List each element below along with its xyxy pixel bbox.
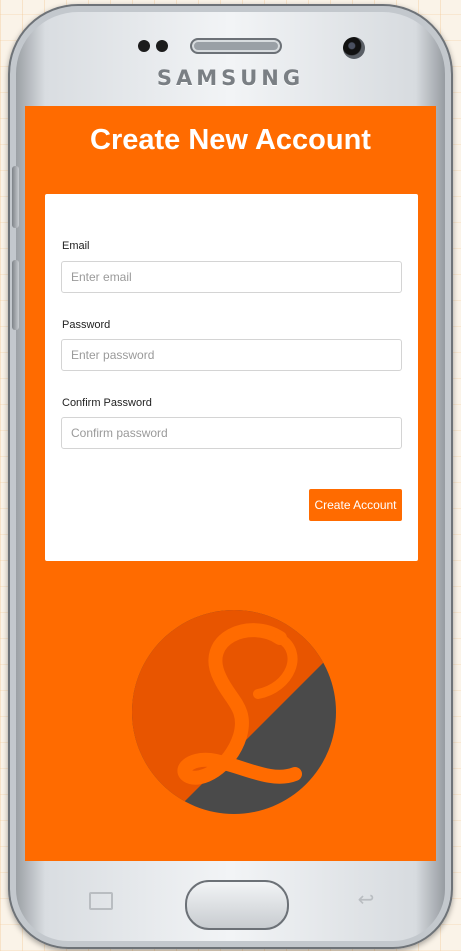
- device-brand: SAMSUNG: [156, 66, 305, 90]
- confirm-password-field[interactable]: [61, 417, 402, 449]
- earpiece-speaker: [190, 38, 282, 54]
- volume-button: [12, 166, 19, 228]
- signup-form-card: Email Password Confirm Password Create A…: [45, 194, 418, 561]
- script-l-logo-icon: [132, 610, 336, 814]
- page-title: Create New Account: [90, 124, 371, 156]
- password-field[interactable]: [61, 339, 402, 371]
- create-account-button[interactable]: Create Account: [309, 489, 402, 521]
- hardware-nav-bar: ↩: [25, 862, 436, 932]
- sensor-dots: [138, 40, 168, 52]
- email-field[interactable]: [61, 261, 402, 293]
- front-camera-icon: [343, 37, 365, 59]
- app-screen: Create New Account Email Password Confir…: [25, 106, 436, 861]
- password-label: Password: [62, 319, 111, 331]
- home-button[interactable]: [185, 880, 289, 930]
- back-icon[interactable]: ↩: [351, 890, 381, 910]
- power-button: [12, 260, 19, 330]
- confirm-password-label: Confirm Password: [62, 397, 152, 409]
- email-label: Email: [62, 240, 90, 252]
- recent-apps-icon[interactable]: [89, 892, 113, 910]
